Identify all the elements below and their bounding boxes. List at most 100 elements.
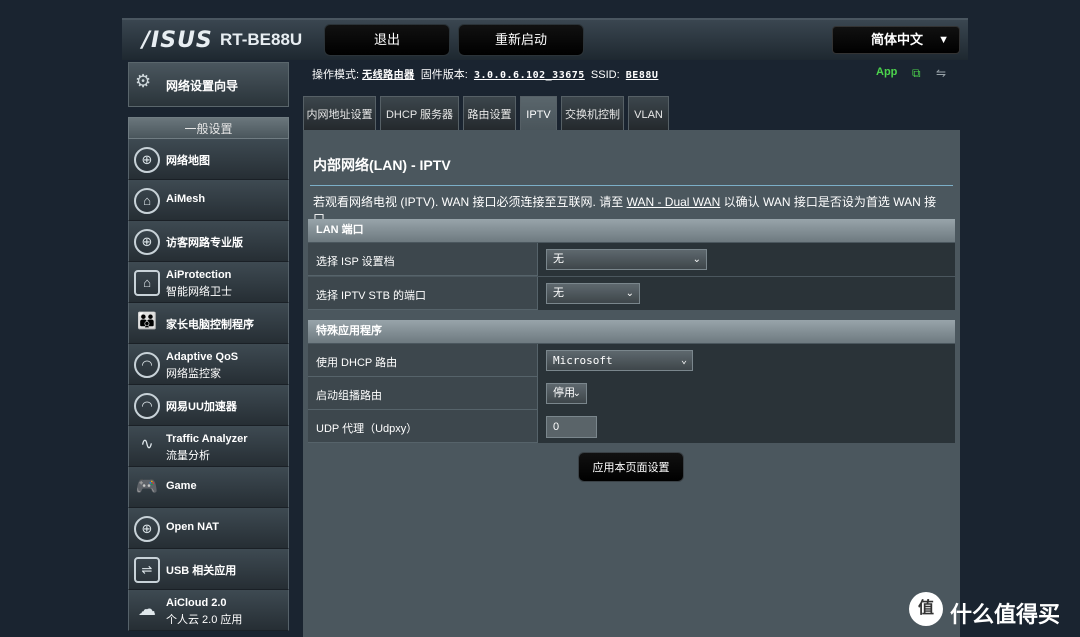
sidebar-item-label: Traffic Analyzer — [166, 433, 248, 445]
udpxy-value-cell: 0 — [537, 410, 955, 443]
sidebar-item-label: Adaptive QoS — [166, 351, 239, 363]
chevron-down-icon: ⌄ — [625, 288, 634, 299]
sidebar-item-label: AiMesh — [166, 193, 206, 205]
general-settings-header: 一般设置 — [128, 117, 289, 139]
iptv-stb-value: 无 — [553, 287, 564, 299]
guest-globe-icon: ⊕ — [134, 229, 160, 255]
quick-setup-wizard[interactable]: ⚙ 网络设置向导 — [128, 62, 289, 107]
isp-profile-value: 无 — [553, 253, 564, 265]
asus-logo: /ISUS — [142, 28, 213, 53]
family-icon: 👪 — [137, 313, 157, 330]
multicast-route-select[interactable]: 停用 ⌄ — [546, 383, 587, 404]
model-name: RT-BE88U — [220, 30, 303, 49]
watermark-text: 什么值得买 — [950, 602, 1061, 627]
tab-vlan[interactable]: VLAN — [628, 96, 669, 130]
isp-profile-row: 选择 ISP 设置档 无 ⌄ — [308, 243, 955, 276]
sidebar-item-network-map[interactable]: ⊕ 网络地图 — [128, 139, 289, 180]
dhcp-route-label: 使用 DHCP 路由 — [316, 357, 398, 369]
sidebar-item-guest-network[interactable]: ⊕ 访客网路专业版 — [128, 221, 289, 262]
chevron-down-icon: ⌄ — [572, 388, 581, 399]
sidebar-item-traffic-analyzer[interactable]: ∿ Traffic Analyzer 流量分析 — [128, 426, 289, 467]
sidebar-item-label: 网络地图 — [166, 155, 210, 167]
speed-icon: ◠ — [134, 393, 160, 419]
sidebar-item-adaptive-qos[interactable]: ◠ Adaptive QoS 网络监控家 — [128, 344, 289, 385]
isp-profile-label: 选择 ISP 设置档 — [316, 256, 395, 268]
sidebar-item-label: AiCloud 2.0 — [166, 597, 227, 609]
dhcp-route-value-cell: Microsoft ⌄ — [537, 344, 955, 377]
lan-port-header: LAN 端口 — [308, 219, 955, 242]
page-title: 内部网络(LAN) - IPTV — [313, 157, 451, 173]
sidebar-item-open-nat[interactable]: ⊕ Open NAT — [128, 508, 289, 549]
iptv-stb-select[interactable]: 无 ⌄ — [546, 283, 640, 304]
sidebar-item-game[interactable]: 🎮 Game — [128, 467, 289, 508]
sidebar-item-label: Open NAT — [166, 521, 219, 533]
sidebar-item-aiprotection[interactable]: ⌂ AiProtection 智能网络卫士 — [128, 262, 289, 303]
wizard-label: 网络设置向导 — [166, 79, 239, 93]
sidebar-item-uu-accelerator[interactable]: ◠ 网易UU加速器 — [128, 385, 289, 426]
usb-icon: ⇌ — [134, 557, 160, 583]
sidebar-item-label: 访客网路专业版 — [166, 237, 243, 249]
dhcp-route-select[interactable]: Microsoft ⌄ — [546, 350, 693, 371]
sidebar-item-sublabel: 流量分析 — [166, 450, 210, 462]
op-mode-value[interactable]: 无线路由器 — [362, 70, 415, 81]
sidebar-item-label: Game — [166, 480, 197, 492]
apply-button[interactable]: 应用本页面设置 — [578, 452, 684, 482]
tab-route[interactable]: 路由设置 — [463, 96, 516, 130]
wizard-gear-icon: ⚙ — [135, 71, 152, 91]
sidebar-item-parental-control[interactable]: 👪 家长电脑控制程序 — [128, 303, 289, 344]
multicast-route-value-cell: 停用 ⌄ — [537, 377, 955, 410]
sidebar-item-sublabel: 网络监控家 — [166, 368, 221, 380]
tab-iptv[interactable]: IPTV — [520, 96, 557, 130]
sidebar: ⚙ 网络设置向导 一般设置 ⊕ 网络地图 ⌂ AiMesh ⊕ 访客网路专业版 … — [128, 62, 289, 631]
sidebar-item-sublabel: 智能网络卫士 — [166, 286, 232, 298]
reboot-button[interactable]: 重新启动 — [458, 24, 584, 56]
title-divider — [310, 185, 953, 186]
gauge-icon: ◠ — [134, 352, 160, 378]
dhcp-route-value: Microsoft — [553, 354, 613, 367]
wan-dual-wan-link[interactable]: WAN - Dual WAN — [627, 195, 721, 209]
dhcp-route-row: 使用 DHCP 路由 Microsoft ⌄ — [308, 344, 955, 377]
nat-icon: ⊕ — [134, 516, 160, 542]
chevron-down-icon: ⌄ — [680, 355, 687, 366]
sidebar-item-aicloud[interactable]: ☁ AiCloud 2.0 个人云 2.0 应用 — [128, 590, 289, 631]
usb-status-icon[interactable]: ⇋ — [936, 66, 946, 80]
tab-lan-ip[interactable]: 内网地址设置 — [303, 96, 376, 130]
description-text: 若观看网络电视 (IPTV). WAN 接口必须连接至互联网. 请至 — [313, 195, 627, 209]
language-select[interactable]: 简体中文 ▼ — [832, 26, 960, 54]
ssid-value[interactable]: BE88U — [626, 70, 659, 81]
special-apps-header: 特殊应用程序 — [308, 320, 955, 343]
firmware-value[interactable]: 3.0.0.6.102_33675 — [474, 70, 585, 81]
sidebar-item-usb-apps[interactable]: ⇌ USB 相关应用 — [128, 549, 289, 590]
app-link[interactable]: App — [876, 66, 897, 78]
sidebar-item-label: AiProtection — [166, 269, 232, 281]
isp-profile-select[interactable]: 无 ⌄ — [546, 249, 707, 270]
watermark-logo-icon: 值 — [909, 592, 943, 626]
firmware-label: 固件版本: — [420, 69, 468, 81]
ssid-label: SSID: — [590, 69, 620, 81]
chevron-down-icon: ⌄ — [692, 254, 701, 265]
language-label: 简体中文 — [871, 32, 924, 47]
multicast-route-row: 启动组播路由 停用 ⌄ — [308, 377, 955, 410]
sidebar-item-label: USB 相关应用 — [166, 565, 237, 577]
top-header: /ISUS RT-BE88U 退出 重新启动 简体中文 ▼ — [122, 18, 968, 60]
sidebar-item-sublabel: 个人云 2.0 应用 — [166, 614, 243, 626]
logout-button[interactable]: 退出 — [324, 24, 450, 56]
tab-dhcp-server[interactable]: DHCP 服务器 — [380, 96, 459, 130]
chevron-down-icon: ▼ — [938, 34, 949, 46]
sidebar-item-label: 家长电脑控制程序 — [166, 319, 254, 331]
op-mode-label: 操作模式: — [312, 69, 360, 81]
network-status-icon[interactable]: ⧉ — [912, 66, 921, 81]
cloud-icon: ☁ — [138, 599, 156, 619]
udpxy-port-input[interactable]: 0 — [546, 416, 597, 438]
sidebar-item-label: 网易UU加速器 — [166, 401, 237, 413]
iptv-stb-label: 选择 IPTV STB 的端口 — [316, 290, 427, 302]
shield-icon: ⌂ — [134, 270, 160, 296]
multicast-route-label: 启动组播路由 — [316, 390, 382, 402]
sidebar-item-aimesh[interactable]: ⌂ AiMesh — [128, 180, 289, 221]
status-bar: 操作模式: 无线路由器 固件版本: 3.0.0.6.102_33675 SSID… — [312, 66, 658, 82]
watermark: 值 什么值得买 — [906, 590, 1076, 630]
main-panel: 内部网络(LAN) - IPTV 若观看网络电视 (IPTV). WAN 接口必… — [303, 130, 960, 637]
mesh-icon: ⌂ — [134, 188, 160, 214]
udpxy-row: UDP 代理（Udpxy） 0 — [308, 410, 955, 443]
tab-switch-control[interactable]: 交换机控制 — [561, 96, 624, 130]
